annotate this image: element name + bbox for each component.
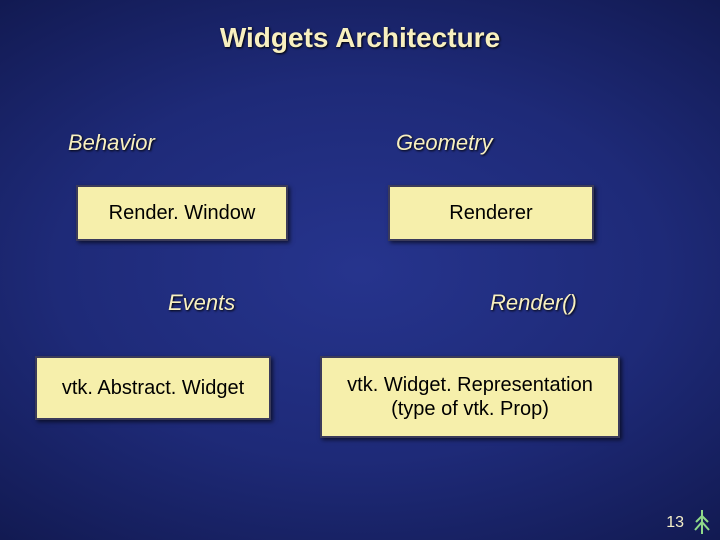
box-widget-representation: vtk. Widget. Representation (type of vtk… [320,356,620,438]
box-renderer: Renderer [388,185,594,241]
box-abstract-widget: vtk. Abstract. Widget [35,356,271,420]
widget-representation-line2: (type of vtk. Prop) [391,397,549,421]
corner-logo-icon [688,508,716,536]
arrow-label-events: Events [168,290,235,316]
slide: Widgets Architecture Behavior Geometry R… [0,0,720,540]
widget-representation-line1: vtk. Widget. Representation [347,373,593,397]
box-render-window: Render. Window [76,185,288,241]
slide-title: Widgets Architecture [0,22,720,54]
column-label-geometry: Geometry [396,130,493,156]
column-label-behavior: Behavior [68,130,155,156]
arrow-label-render: Render() [490,290,577,316]
page-number: 13 [666,514,684,532]
